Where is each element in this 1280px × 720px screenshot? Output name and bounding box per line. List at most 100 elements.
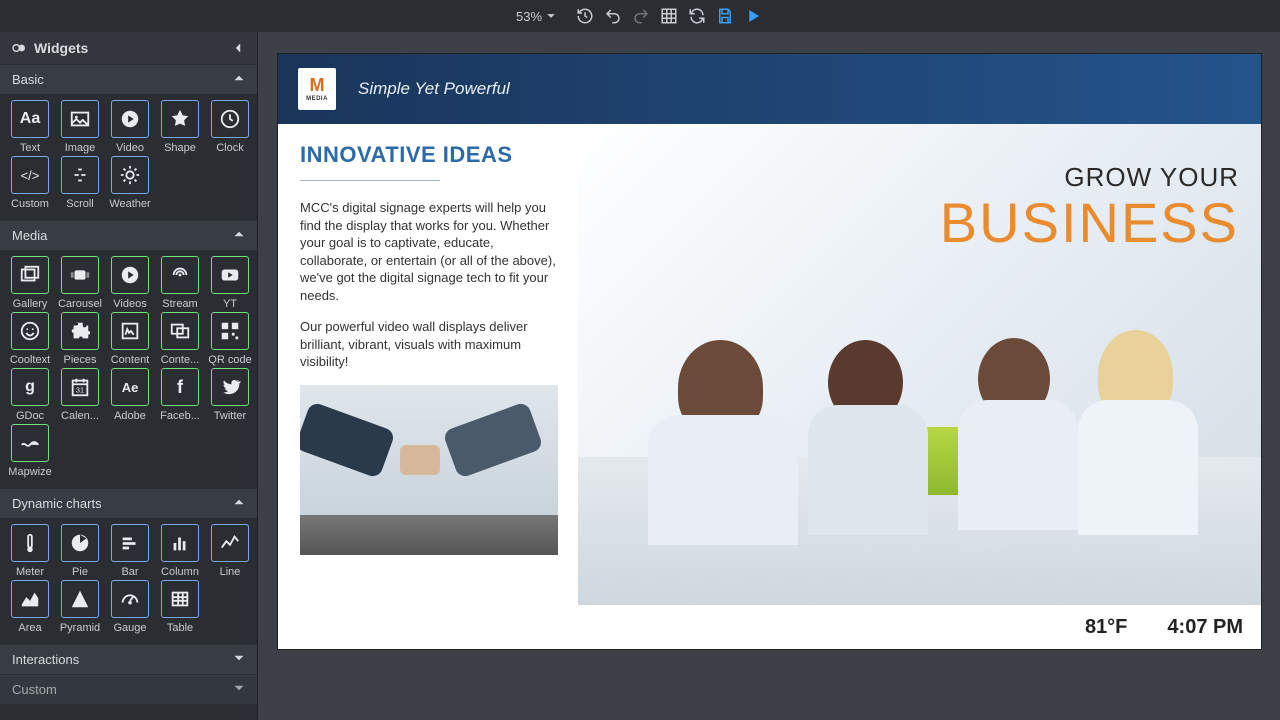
canvas-hero-image: GROW YOUR BUSINESS xyxy=(578,124,1261,605)
widget-label: Scroll xyxy=(56,198,104,210)
widget-label: Faceb... xyxy=(156,410,204,422)
widget-calendar[interactable]: 31 xyxy=(61,368,99,406)
widget-scroll[interactable] xyxy=(61,156,99,194)
history-icon[interactable] xyxy=(574,5,596,27)
top-toolbar: 53% xyxy=(0,0,1280,32)
play-icon[interactable] xyxy=(742,5,764,27)
widget-bar[interactable] xyxy=(111,524,149,562)
widget-label: Video xyxy=(106,142,154,154)
undo-icon[interactable] xyxy=(602,5,624,27)
widget-label: Weather xyxy=(106,198,154,210)
widget-label: Clock xyxy=(206,142,254,154)
widget-label: Content xyxy=(106,354,154,366)
widget-label: Image xyxy=(56,142,104,154)
widget-label: Twitter xyxy=(206,410,254,422)
chevron-down-icon xyxy=(233,682,245,697)
widget-gdoc[interactable]: g xyxy=(11,368,49,406)
headline-2: BUSINESS xyxy=(940,190,1239,255)
widget-label: Text xyxy=(6,142,54,154)
widget-pie[interactable] xyxy=(61,524,99,562)
widget-shape[interactable] xyxy=(161,100,199,138)
refresh-icon[interactable] xyxy=(686,5,708,27)
widget-weather[interactable] xyxy=(111,156,149,194)
widget-label: Videos xyxy=(106,298,154,310)
headline-1: GROW YOUR xyxy=(1064,162,1239,193)
sidebar: Widgets Basic Aa Text Image Video Shape C… xyxy=(0,32,258,720)
canvas-paragraph-1: MCC's digital signage experts will help … xyxy=(300,199,560,304)
widget-label: Shape xyxy=(156,142,204,154)
widget-label: Pieces xyxy=(56,354,104,366)
canvas-title: INNOVATIVE IDEAS xyxy=(300,142,560,168)
widget-label: Mapwize xyxy=(6,466,54,478)
widget-cooltext[interactable] xyxy=(11,312,49,350)
widget-carousel[interactable] xyxy=(61,256,99,294)
widget-pyramid[interactable] xyxy=(61,580,99,618)
charts-grid: Meter Pie Bar Column Line Area Pyramid G… xyxy=(0,518,257,644)
canvas-area[interactable]: M MEDIA Simple Yet Powerful INNOVATIVE I… xyxy=(258,32,1280,720)
widget-mapwize[interactable] xyxy=(11,424,49,462)
widget-label: YT xyxy=(206,298,254,310)
widget-label: Area xyxy=(6,622,54,634)
widget-text[interactable]: Aa xyxy=(11,100,49,138)
widget-meter[interactable] xyxy=(11,524,49,562)
logo-mark: M xyxy=(310,76,325,94)
clock-time: 4:07 PM xyxy=(1167,616,1243,639)
logo-sub: MEDIA xyxy=(306,96,328,102)
chevron-up-icon xyxy=(233,228,245,243)
widget-clock[interactable] xyxy=(211,100,249,138)
widget-qrcode[interactable] xyxy=(211,312,249,350)
widget-pieces[interactable] xyxy=(61,312,99,350)
save-icon[interactable] xyxy=(714,5,736,27)
collapse-sidebar-icon[interactable] xyxy=(229,39,247,57)
widget-video[interactable] xyxy=(111,100,149,138)
widget-youtube[interactable] xyxy=(211,256,249,294)
widgets-panel-header: Widgets xyxy=(0,32,257,64)
widget-label: Stream xyxy=(156,298,204,310)
widget-line[interactable] xyxy=(211,524,249,562)
grid-icon[interactable] xyxy=(658,5,680,27)
widget-label: Custom xyxy=(6,198,54,210)
widget-videos[interactable] xyxy=(111,256,149,294)
chevron-down-icon xyxy=(546,11,556,21)
section-media[interactable]: Media xyxy=(0,220,257,250)
widget-label: Bar xyxy=(106,566,154,578)
widget-table[interactable] xyxy=(161,580,199,618)
redo-icon[interactable] xyxy=(630,5,652,27)
section-custom[interactable]: Custom xyxy=(0,674,257,704)
widget-label: Line xyxy=(206,566,254,578)
widget-stream[interactable] xyxy=(161,256,199,294)
widget-content[interactable] xyxy=(111,312,149,350)
widget-column[interactable] xyxy=(161,524,199,562)
widget-gauge[interactable] xyxy=(111,580,149,618)
widget-custom[interactable]: </> xyxy=(11,156,49,194)
section-basic[interactable]: Basic xyxy=(0,64,257,94)
logo: M MEDIA xyxy=(298,68,336,110)
design-canvas[interactable]: M MEDIA Simple Yet Powerful INNOVATIVE I… xyxy=(278,54,1261,649)
chevron-down-icon xyxy=(233,652,245,667)
widget-adobe[interactable]: Ae xyxy=(111,368,149,406)
widget-label: Column xyxy=(156,566,204,578)
widget-label: Adobe xyxy=(106,410,154,422)
canvas-paragraph-2: Our powerful video wall displays deliver… xyxy=(300,318,560,371)
basic-grid: Aa Text Image Video Shape Clock </> Custom… xyxy=(0,94,257,220)
widget-image[interactable] xyxy=(61,100,99,138)
widget-label: Pie xyxy=(56,566,104,578)
section-interactions[interactable]: Interactions xyxy=(0,644,257,674)
section-charts[interactable]: Dynamic charts xyxy=(0,488,257,518)
widget-label: Cooltext xyxy=(6,354,54,366)
widget-label: Conte... xyxy=(156,354,204,366)
widget-label: Table xyxy=(156,622,204,634)
widget-content-2[interactable] xyxy=(161,312,199,350)
widget-gallery[interactable] xyxy=(11,256,49,294)
canvas-header: M MEDIA Simple Yet Powerful xyxy=(278,54,1261,124)
zoom-dropdown[interactable]: 53% xyxy=(516,9,556,24)
widget-facebook[interactable]: f xyxy=(161,368,199,406)
separator xyxy=(300,180,440,181)
media-grid: Gallery Carousel Videos Stream YT Coolte… xyxy=(0,250,257,488)
widgets-title: Widgets xyxy=(34,40,88,56)
widget-label: Carousel xyxy=(56,298,104,310)
widget-twitter[interactable] xyxy=(211,368,249,406)
widget-area[interactable] xyxy=(11,580,49,618)
widget-label: Gauge xyxy=(106,622,154,634)
chevron-up-icon xyxy=(233,496,245,511)
